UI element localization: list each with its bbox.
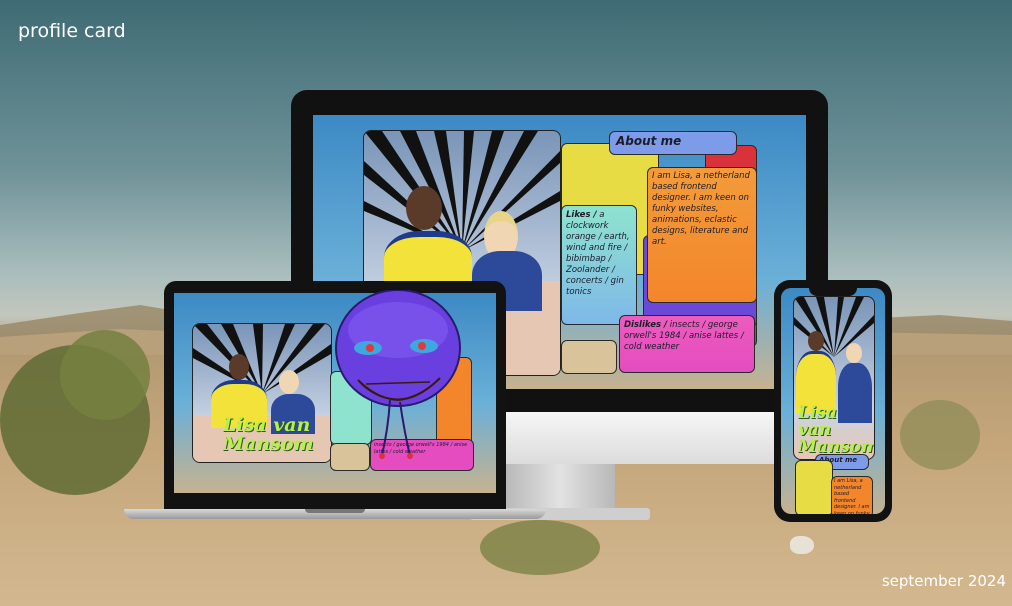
phone-man-head xyxy=(808,331,824,351)
about-heading: About me xyxy=(616,134,682,148)
dislikes-text: Dislikes / insects / george orwell's 198… xyxy=(624,320,752,353)
phone-yellow-box xyxy=(795,460,833,514)
phone-woman-head xyxy=(846,343,862,363)
desert-shrub-mid xyxy=(480,520,600,575)
laptop-profile-photo: Lisa van Mansom xyxy=(192,323,332,463)
tan-block xyxy=(561,340,617,374)
phone-name: Lisa van Mansom xyxy=(798,403,875,457)
about-text-box: I am Lisa, a netherland based frontend d… xyxy=(647,167,757,303)
phone-orange-box: I am Lisa, a netherland based frontend d… xyxy=(831,476,873,514)
person-man-head xyxy=(406,186,442,230)
laptop-man-head xyxy=(229,354,249,380)
dislikes-heading: Dislikes / xyxy=(624,320,668,330)
mask-illustration xyxy=(335,290,461,459)
phone-about-text: I am Lisa, a netherland based frontend d… xyxy=(834,478,870,514)
device-phone: Lisa van Mansom About me I am Lisa, a ne… xyxy=(774,280,892,522)
likes-heading: Likes / xyxy=(566,210,597,220)
laptop-notch xyxy=(305,509,365,513)
dislikes-box: Dislikes / insects / george orwell's 198… xyxy=(619,315,755,373)
about-text: I am Lisa, a netherland based frontend d… xyxy=(652,171,750,247)
laptop-woman-head xyxy=(279,370,299,394)
laptop-name: Lisa van Mansom xyxy=(223,414,314,455)
phone-screen: Lisa van Mansom About me I am Lisa, a ne… xyxy=(781,288,885,514)
desert-rock xyxy=(790,536,814,554)
date-caption: september 2024 xyxy=(881,572,1006,590)
likes-text: Likes / a clockwork orange / earth, wind… xyxy=(566,210,634,298)
page-title: profile card xyxy=(18,20,126,42)
likes-items: a clockwork orange / earth, wind and fir… xyxy=(566,210,630,297)
likes-box: Likes / a clockwork orange / earth, wind… xyxy=(561,205,637,325)
phone-notch xyxy=(809,288,857,296)
phone-profile-photo: Lisa van Mansom xyxy=(793,296,875,460)
about-heading-box: About me xyxy=(609,131,737,155)
desert-bush-left-2 xyxy=(60,330,150,420)
desert-shrub-right xyxy=(900,400,980,470)
monitor-stand-neck xyxy=(505,464,615,512)
